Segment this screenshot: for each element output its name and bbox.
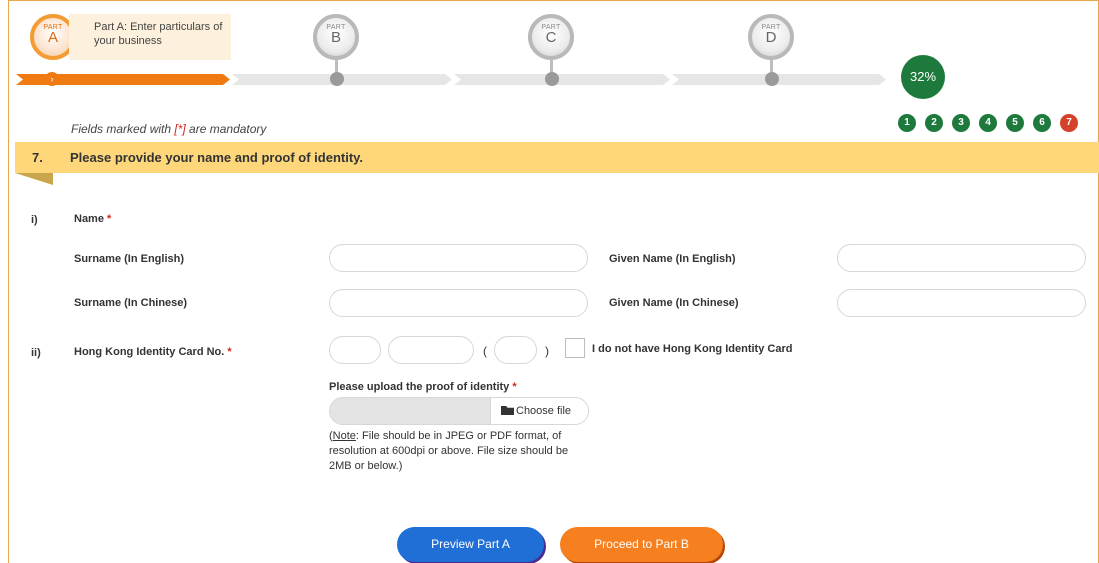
name-required-marker: * xyxy=(107,213,112,225)
part-b-marker xyxy=(330,72,344,86)
no-hkid-label[interactable]: I do not have Hong Kong Identity Card xyxy=(592,343,792,355)
surname-zh-label: Surname (In Chinese) xyxy=(74,297,188,309)
step-indicators: 1 2 3 4 5 6 7 xyxy=(898,114,1078,132)
progress-segment-c xyxy=(454,74,670,85)
hkid-required-marker: * xyxy=(227,346,232,358)
surname-zh-input[interactable] xyxy=(329,289,588,317)
name-label-text: Name xyxy=(74,213,104,225)
part-c-letter: C xyxy=(545,29,557,46)
hkid-open-paren: ( xyxy=(483,344,487,358)
step-6[interactable]: 6 xyxy=(1033,114,1051,132)
step-3[interactable]: 3 xyxy=(952,114,970,132)
section-title: Please provide your name and proof of id… xyxy=(70,150,364,165)
completion-percent-badge: 32% xyxy=(901,55,945,99)
preview-part-a-button[interactable]: Preview Part A xyxy=(397,527,544,562)
section-banner: 7. Please provide your name and proof of… xyxy=(15,142,1099,173)
step-2[interactable]: 2 xyxy=(925,114,943,132)
hkid-label-text: Hong Kong Identity Card No. xyxy=(74,346,225,358)
part-d-letter: D xyxy=(765,29,777,46)
folder-icon xyxy=(501,406,514,415)
choose-file-label: Choose file xyxy=(516,405,572,417)
part-d-indicator[interactable]: PART D xyxy=(748,14,794,60)
step-1[interactable]: 1 xyxy=(898,114,916,132)
hkid-roman: ii) xyxy=(31,347,41,359)
name-roman: i) xyxy=(31,214,38,226)
given-en-label: Given Name (In English) xyxy=(609,253,736,265)
mandatory-prefix: Fields marked with xyxy=(71,122,175,136)
upload-note: (Note: File should be in JPEG or PDF for… xyxy=(329,429,591,474)
mandatory-marker: [*] xyxy=(174,122,186,136)
hkid-prefix-input[interactable] xyxy=(329,336,381,364)
file-upload-field[interactable]: Choose file xyxy=(329,397,589,425)
active-part-description: Part A: Enter particulars of your busine… xyxy=(69,14,231,60)
name-label: Name * xyxy=(74,213,111,225)
given-en-input[interactable] xyxy=(837,244,1086,272)
progress-segment-d xyxy=(672,74,886,85)
hkid-number-input[interactable] xyxy=(388,336,474,364)
step-4[interactable]: 4 xyxy=(979,114,997,132)
surname-en-label: Surname (In English) xyxy=(74,253,185,265)
part-b-indicator[interactable]: PART B xyxy=(313,14,359,60)
chevron-right-icon: › xyxy=(45,72,59,86)
choose-file-button[interactable]: Choose file xyxy=(490,398,588,424)
part-c-marker xyxy=(545,72,559,86)
no-hkid-checkbox[interactable] xyxy=(565,338,585,358)
step-5[interactable]: 5 xyxy=(1006,114,1024,132)
surname-en-input[interactable] xyxy=(329,244,588,272)
given-zh-input[interactable] xyxy=(837,289,1086,317)
upload-note-keyword: Note xyxy=(332,430,356,442)
mandatory-note: Fields marked with [*] are mandatory xyxy=(71,122,266,136)
upload-label: Please upload the proof of identity * xyxy=(329,381,517,393)
proceed-to-part-b-button[interactable]: Proceed to Part B xyxy=(560,527,723,562)
upload-required-marker: * xyxy=(512,381,517,393)
part-a-letter: A xyxy=(47,29,58,46)
hkid-check-digit-input[interactable] xyxy=(494,336,537,364)
step-7[interactable]: 7 xyxy=(1060,114,1078,132)
part-b-letter: B xyxy=(330,29,341,46)
part-d-marker xyxy=(765,72,779,86)
upload-label-text: Please upload the proof of identity xyxy=(329,381,510,393)
hkid-close-paren: ) xyxy=(545,344,549,358)
hkid-label: Hong Kong Identity Card No. * xyxy=(74,346,232,358)
given-zh-label: Given Name (In Chinese) xyxy=(609,297,739,309)
upload-note-text: : File should be in JPEG or PDF format, … xyxy=(329,430,569,472)
mandatory-suffix: are mandatory xyxy=(185,122,267,136)
part-c-indicator[interactable]: PART C xyxy=(528,14,574,60)
section-number: 7. xyxy=(32,150,43,165)
